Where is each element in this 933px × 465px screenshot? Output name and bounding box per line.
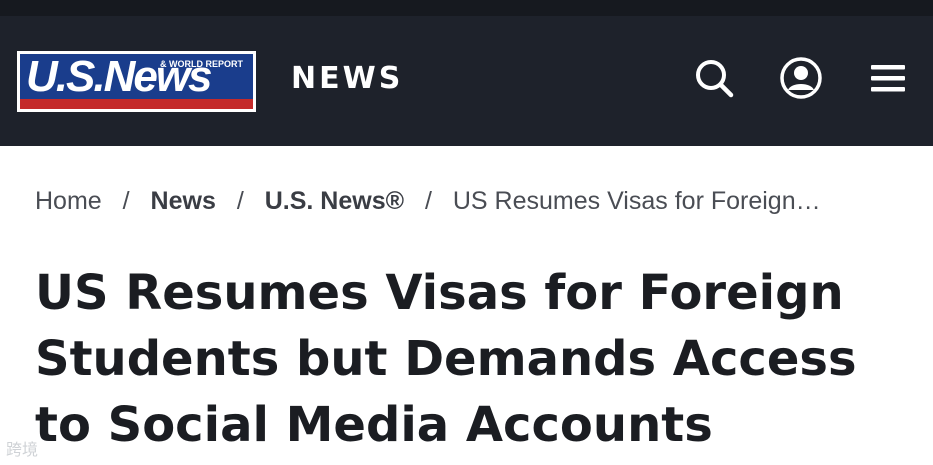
usnews-logo[interactable]: U.S.News & WORLD REPORT xyxy=(17,51,256,112)
section-label[interactable]: NEWS xyxy=(291,61,403,96)
logo-badge: U.S.News & WORLD REPORT xyxy=(20,54,253,109)
logo-subtitle: & WORLD REPORT xyxy=(160,59,243,69)
menu-icon[interactable] xyxy=(866,56,910,100)
breadcrumb-home[interactable]: Home xyxy=(35,187,102,215)
headline-line: to Social Media Accounts xyxy=(35,397,713,453)
breadcrumb-separator: / xyxy=(122,186,130,215)
search-icon[interactable] xyxy=(692,56,736,100)
breadcrumb-current: US Resumes Visas for Foreign… xyxy=(452,186,821,215)
breadcrumb-us-news[interactable]: U.S. News® xyxy=(265,187,404,215)
breadcrumb-separator: / xyxy=(424,186,432,215)
logo-red-stripe xyxy=(20,99,253,109)
site-header: U.S.News & WORLD REPORT NEWS xyxy=(0,16,933,146)
breadcrumb-separator: / xyxy=(236,186,244,215)
breadcrumb-news[interactable]: News xyxy=(151,187,216,215)
status-strip xyxy=(0,0,933,16)
article-headline: US Resumes Visas for Foreign Students bu… xyxy=(35,260,915,458)
headline-line: Students but Demands Access xyxy=(35,331,857,387)
account-icon[interactable] xyxy=(779,56,823,100)
headline-line: US Resumes Visas for Foreign xyxy=(35,265,844,321)
watermark: 跨境 xyxy=(6,440,39,459)
breadcrumb: Home / News / U.S. News® / US Resumes Vi… xyxy=(35,186,821,222)
